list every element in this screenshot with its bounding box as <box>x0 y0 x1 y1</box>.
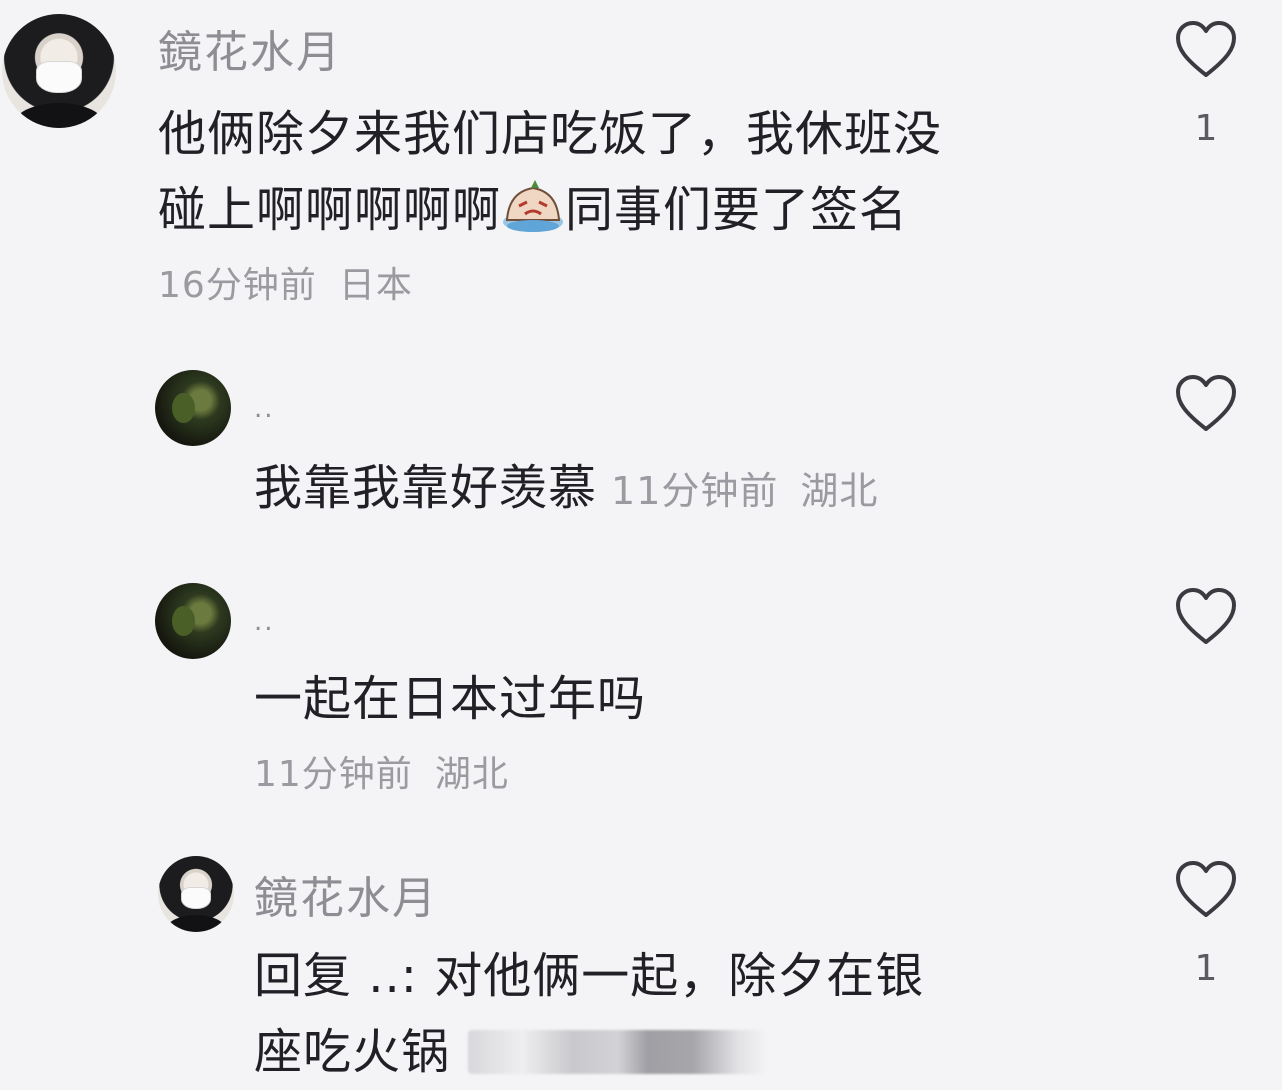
text-segment: 碰上啊啊啊啊啊 <box>158 182 502 238</box>
username[interactable]: .. <box>254 394 275 424</box>
text-segment: 座吃火锅 <box>254 1024 451 1080</box>
comment-text-line1: 他俩除夕来我们店吃饭了，我休班没 <box>158 106 943 162</box>
comment-1: 鏡花水月 他俩除夕来我们店吃饭了，我休班没 碰上啊啊啊啊啊 同事们要了签名 16分… <box>0 0 1282 330</box>
body-shape <box>165 915 227 932</box>
mask-shape <box>181 887 211 908</box>
username[interactable]: 鏡花水月 <box>158 16 342 80</box>
timestamp: 16分钟前 <box>158 265 317 306</box>
text-segment: 同事们要了签名 <box>565 182 909 238</box>
comment-text: 一起在日本过年吗 <box>254 671 647 727</box>
username[interactable]: .. <box>254 607 275 637</box>
region: 湖北 <box>800 469 879 513</box>
heart-outline-icon[interactable] <box>1174 374 1238 434</box>
comment-text-line2: 座吃火锅 <box>254 1014 1154 1090</box>
avatar[interactable] <box>2 14 116 128</box>
avatar[interactable] <box>155 583 231 659</box>
comment-text: 他俩除夕来我们店吃饭了，我休班没 碰上啊啊啊啊啊 同事们要了签名 <box>158 96 1148 248</box>
comment-text-body: 我靠我靠好羡慕 <box>254 460 598 516</box>
comment-meta: 16分钟前 日本 <box>158 256 413 308</box>
heart-outline-icon[interactable] <box>1174 20 1238 80</box>
blurred-image-placeholder <box>468 1030 769 1074</box>
comment-text: 回复 ..: 对他俩一起，除夕在银 座吃火锅 <box>254 938 1154 1090</box>
mask-shape <box>37 61 81 92</box>
comment-3: .. 一起在日本过年吗 11分钟前 湖北 <box>0 575 1282 805</box>
username[interactable]: 鏡花水月 <box>254 862 438 926</box>
heart-outline-icon[interactable] <box>1174 860 1238 920</box>
timestamp: 11分钟前 <box>611 469 779 513</box>
leaf-shape <box>171 392 195 424</box>
avatar[interactable] <box>155 370 231 446</box>
comment-4: 鏡花水月 回复 ..: 对他俩一起，除夕在银 座吃火锅 1 <box>0 850 1282 1086</box>
region: 湖北 <box>434 754 509 795</box>
like-count: 1 <box>1194 108 1218 149</box>
comment-text-line2: 碰上啊啊啊啊啊 同事们要了签名 <box>158 172 1148 248</box>
avatar[interactable] <box>158 856 234 932</box>
comment-text: 我靠我靠好羡慕 11分钟前 湖北 <box>254 450 1154 529</box>
region: 日本 <box>338 265 413 306</box>
like-count: 1 <box>1194 948 1218 989</box>
heart-outline-icon[interactable] <box>1174 587 1238 647</box>
crying-emoji-icon <box>501 178 565 234</box>
comment-2: .. 我靠我靠好羡慕 11分钟前 湖北 <box>0 360 1282 560</box>
comment-text-line1: 回复 ..: 对他俩一起，除夕在银 <box>254 948 925 1004</box>
leaf-shape <box>171 605 195 637</box>
timestamp: 11分钟前 <box>254 754 413 795</box>
comment-meta: 11分钟前 湖北 <box>611 469 878 513</box>
body-shape <box>13 102 105 128</box>
comment-meta: 11分钟前 湖北 <box>254 745 509 797</box>
